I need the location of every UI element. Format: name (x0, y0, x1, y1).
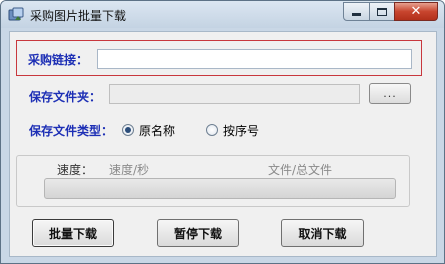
radio-sequence[interactable] (206, 124, 218, 136)
window-title: 采购图片批量下载 (30, 9, 127, 23)
pause-download-button[interactable]: 暂停下载 (157, 219, 239, 247)
url-label: 采购链接： (28, 53, 89, 67)
app-icon (8, 7, 24, 21)
speed-label: 速度： (57, 163, 94, 177)
url-input[interactable] (97, 49, 412, 69)
browse-button[interactable]: ... (369, 83, 411, 104)
radio-original-name[interactable] (122, 124, 134, 136)
close-button[interactable]: ✕ (394, 2, 438, 21)
maximize-icon (377, 7, 387, 16)
radio-sequence-label[interactable]: 按序号 (223, 122, 259, 139)
maximize-button[interactable] (369, 2, 395, 21)
batch-download-button[interactable]: 批量下载 (32, 219, 114, 247)
minimize-icon (352, 13, 361, 16)
url-group: 采购链接： (16, 40, 422, 76)
minimize-button[interactable] (343, 2, 370, 21)
file-type-label: 保存文件类型： (29, 124, 114, 138)
close-icon: ✕ (410, 4, 422, 19)
progress-bar (44, 178, 396, 199)
title-bar[interactable]: 采购图片批量下载 ✕ (1, 1, 444, 28)
speed-value: 速度/秒 (109, 163, 150, 177)
radio-original-name-label[interactable]: 原名称 (139, 122, 175, 139)
folder-label: 保存文件夹： (29, 90, 102, 104)
files-count: 文件/总文件 (268, 163, 333, 177)
cancel-download-button[interactable]: 取消下载 (281, 219, 364, 247)
folder-input[interactable] (109, 84, 360, 104)
